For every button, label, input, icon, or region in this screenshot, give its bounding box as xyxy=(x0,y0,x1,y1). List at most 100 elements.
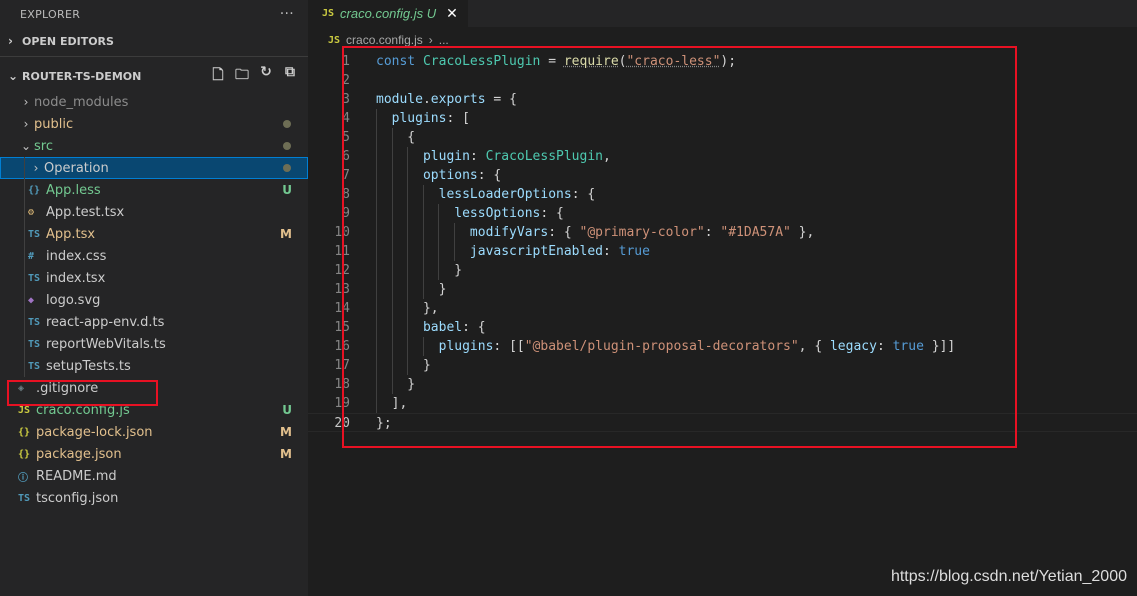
tree-file[interactable]: {} package-lock.json M xyxy=(0,421,308,443)
indent-guide xyxy=(24,289,25,311)
tab-craco-config[interactable]: JS craco.config.js U ✕ xyxy=(308,0,468,27)
code-text: plugins: [ xyxy=(350,109,470,128)
indent-guide xyxy=(376,261,377,280)
code-line: 5 { xyxy=(308,128,1137,147)
close-icon[interactable]: ✕ xyxy=(446,6,458,22)
breadcrumb-file[interactable]: craco.config.js xyxy=(346,33,423,47)
indent-guide xyxy=(407,280,409,299)
tree-item-label: logo.svg xyxy=(46,292,101,308)
file-type-icon: TS xyxy=(28,360,41,372)
indent-guide xyxy=(376,109,377,128)
tree-item-label: reportWebVitals.ts xyxy=(46,336,166,352)
code-text: const CracoLessPlugin = require("craco-l… xyxy=(376,54,737,69)
tree-file[interactable]: ◆ logo.svg xyxy=(0,289,308,311)
tree-file[interactable]: {} App.less U xyxy=(0,179,308,201)
line-number: 11 xyxy=(334,244,350,259)
code-line: 12 } xyxy=(308,261,1137,280)
code-line: 9 lessOptions: { xyxy=(308,204,1137,223)
open-editors-section[interactable]: › OPEN EDITORS xyxy=(0,30,308,52)
indent-guide xyxy=(376,166,377,185)
code-text: }, xyxy=(350,299,439,318)
tree-file[interactable]: TS tsconfig.json xyxy=(0,487,308,509)
indent-guide xyxy=(376,299,377,318)
indent-guide xyxy=(407,185,409,204)
indent-guide xyxy=(422,261,424,280)
tree-file[interactable]: TS index.tsx xyxy=(0,267,308,289)
code-text: module.exports = { xyxy=(376,92,517,107)
tree-item-label: setupTests.ts xyxy=(46,358,131,374)
code-line: 17 } xyxy=(308,356,1137,375)
file-type-icon: TS xyxy=(18,492,31,504)
code-text: } xyxy=(376,356,431,375)
code-line: 6 plugin: CracoLessPlugin, xyxy=(308,147,1137,166)
line-number: 16 xyxy=(334,339,350,354)
breadcrumb-separator: › xyxy=(428,33,433,47)
line-number: 14 xyxy=(334,301,350,316)
code-text: javascriptEnabled: true xyxy=(350,242,650,261)
tree-item-label: package.json xyxy=(36,446,122,462)
tree-item-label: README.md xyxy=(36,468,117,484)
indent-guide xyxy=(391,318,393,337)
file-type-icon: {} xyxy=(28,184,41,196)
tree-file[interactable]: TS reportWebVitals.ts xyxy=(0,333,308,355)
tree-folder[interactable]: › node_modules xyxy=(0,91,308,113)
line-number: 6 xyxy=(342,149,350,164)
tree-file[interactable]: TS App.tsx M xyxy=(0,223,308,245)
chevron-right-icon: › xyxy=(23,117,29,131)
new-folder-icon[interactable]: 🗀 xyxy=(234,64,250,88)
chevron-right-icon: › xyxy=(23,95,29,109)
indent-guide xyxy=(391,223,393,242)
watermark: https://blog.csdn.net/Yetian_2000 xyxy=(890,568,1127,585)
indent-guide xyxy=(376,147,377,166)
chevron-down-icon: ⌄ xyxy=(20,139,32,153)
indent-guide xyxy=(407,337,409,356)
new-file-icon[interactable]: 🗋 xyxy=(210,64,226,88)
refresh-icon[interactable]: ↻ xyxy=(258,64,274,88)
tree-folder[interactable]: › Operation xyxy=(0,157,308,179)
tree-folder[interactable]: ⌄ src xyxy=(0,135,308,157)
code-line: 2 xyxy=(308,71,1137,90)
file-type-icon: TS xyxy=(28,272,41,284)
indent-guide xyxy=(391,166,393,185)
indent-guide xyxy=(407,223,409,242)
indent-guide xyxy=(24,333,25,355)
tree-file[interactable]: TS react-app-env.d.ts xyxy=(0,311,308,333)
tree-file[interactable]: ⓘ README.md xyxy=(0,465,308,487)
indent-guide xyxy=(376,318,377,337)
indent-guide xyxy=(376,223,377,242)
indent-guide xyxy=(391,356,393,375)
line-number: 10 xyxy=(334,225,350,240)
code-text: }; xyxy=(376,416,392,431)
indent-guide xyxy=(422,280,424,299)
indent-guide xyxy=(422,185,424,204)
breadcrumb-symbol[interactable]: ... xyxy=(439,33,449,47)
collapse-all-icon[interactable]: ⧉ xyxy=(282,64,298,88)
tree-file[interactable]: # index.css xyxy=(0,245,308,267)
indent-guide xyxy=(391,261,393,280)
tree-file[interactable]: ◈ .gitignore xyxy=(0,377,308,399)
indent-guide xyxy=(24,355,25,377)
more-actions-icon[interactable]: ··· xyxy=(280,6,294,22)
indent-guide xyxy=(376,280,377,299)
indent-guide xyxy=(376,394,377,413)
file-type-icon: ◆ xyxy=(28,294,35,306)
indent-guide xyxy=(391,185,393,204)
code-line: 18 } xyxy=(308,375,1137,394)
indent-guide xyxy=(391,147,393,166)
tree-folder[interactable]: › public xyxy=(0,113,308,135)
tree-file[interactable]: ⚙ App.test.tsx xyxy=(0,201,308,223)
git-status-badge: U xyxy=(282,403,292,417)
indent-guide xyxy=(454,242,455,261)
tree-item-label: craco.config.js xyxy=(36,402,130,418)
code-view[interactable]: 1 const CracoLessPlugin = require("craco-… xyxy=(308,52,1137,432)
code-line: 4 plugins: [ xyxy=(308,109,1137,128)
tree-file[interactable]: TS setupTests.ts xyxy=(0,355,308,377)
file-type-icon: {} xyxy=(18,448,31,460)
tree-file[interactable]: JS craco.config.js U xyxy=(0,399,308,421)
code-text: lessOptions: { xyxy=(350,204,564,223)
tree-file[interactable]: {} package.json M xyxy=(0,443,308,465)
indent-guide xyxy=(438,204,440,223)
tree-item-label: .gitignore xyxy=(36,380,99,396)
project-section[interactable]: ⌄ ROUTER-TS-DEMON 🗋 🗀 ↻ ⧉ xyxy=(0,64,308,88)
